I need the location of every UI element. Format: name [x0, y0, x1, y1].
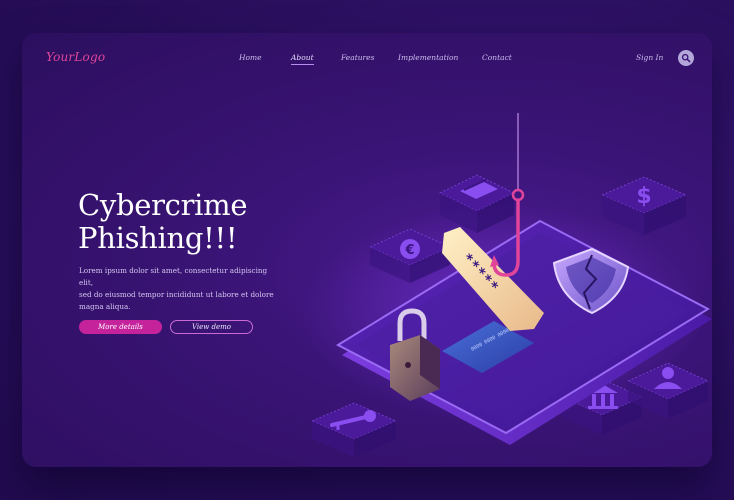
top-nav: Home About Features Implementation Conta… — [22, 53, 712, 67]
phishing-illustration: $ € 0000 0000 0000 ***** — [302, 113, 712, 457]
dollar-icon: $ — [636, 184, 651, 209]
more-details-button[interactable]: More details — [79, 320, 162, 334]
nav-contact[interactable]: Contact — [482, 53, 512, 62]
key-tile — [310, 402, 398, 457]
nav-implementation[interactable]: Implementation — [398, 53, 458, 62]
sign-in-link[interactable]: Sign In — [636, 53, 663, 62]
hero-description: Lorem ipsum dolor sit amet, consectetur … — [79, 265, 279, 313]
hero-description-line-2: sed do eiusmod tempor incididunt ut labo… — [79, 290, 274, 299]
svg-text:€: € — [404, 243, 414, 258]
hero-description-line-1: Lorem ipsum dolor sit amet, consectetur … — [79, 266, 268, 287]
nav-home[interactable]: Home — [239, 53, 262, 62]
hero-title: Cybercrime Phishing!!! — [78, 189, 298, 255]
landing-card: YourLogo Home About Features Implementat… — [22, 33, 712, 467]
hero-title-line-2: Phishing!!! — [78, 221, 238, 255]
search-button[interactable] — [678, 50, 694, 66]
hero-title-line-1: Cybercrime — [78, 188, 248, 222]
view-demo-button[interactable]: View demo — [170, 320, 253, 334]
hero-description-line-3: magna aliqua. — [79, 302, 131, 311]
nav-features[interactable]: Features — [341, 53, 374, 62]
search-icon — [681, 53, 691, 63]
nav-about[interactable]: About — [291, 53, 314, 65]
